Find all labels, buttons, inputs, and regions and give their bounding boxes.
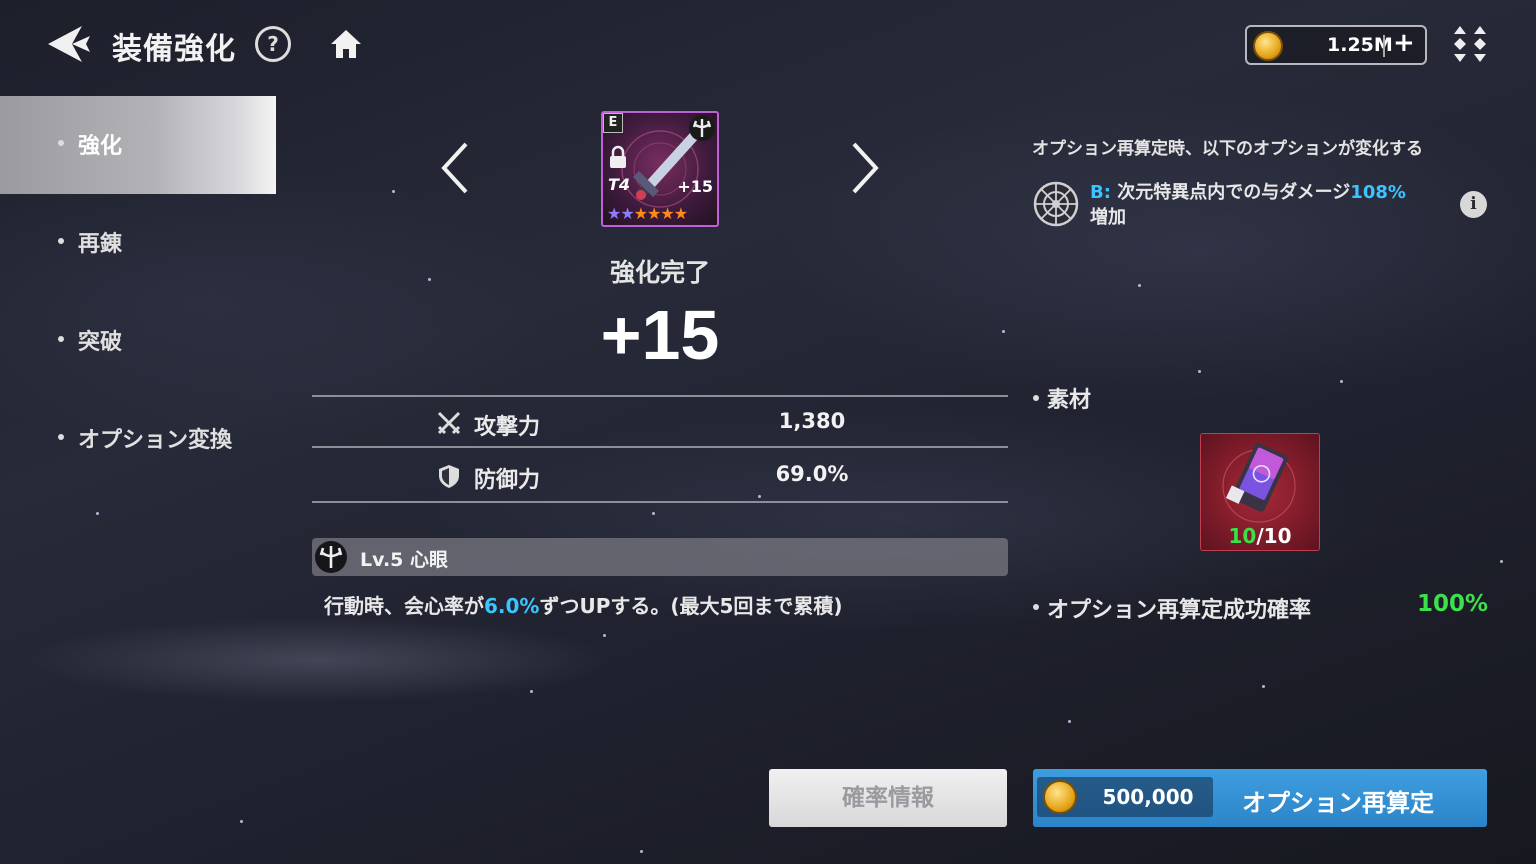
shield-icon: [439, 465, 459, 488]
material-label: 素材: [1047, 388, 1092, 413]
stat-value: 69.0%: [775, 462, 849, 486]
add-gold-button[interactable]: +: [1393, 28, 1415, 58]
reforge-stone-icon: [1222, 443, 1296, 523]
material-count: 10/10: [1201, 524, 1319, 548]
background-star: [603, 634, 606, 637]
probability-info-button[interactable]: 確率情報: [769, 769, 1007, 827]
background-star: [640, 850, 643, 853]
skill-desc-text: ずつUPする。(最大5回まで累積): [539, 594, 843, 618]
item-tier: T4: [608, 175, 631, 194]
gold-coin-icon: [1253, 31, 1283, 61]
skill-name: Lv.5 心眼: [360, 549, 448, 571]
option-grade: B:: [1090, 182, 1111, 203]
sidebar-item-reforge[interactable]: 再錬: [0, 194, 276, 292]
sidebar-item-option-convert[interactable]: オプション変換: [0, 390, 276, 488]
gold-coin-icon: [1043, 780, 1077, 814]
option-text: 増加: [1090, 207, 1126, 228]
background-star: [1198, 370, 1201, 373]
sidebar-item-label: 強化: [78, 134, 123, 159]
sword-icon: [437, 411, 461, 435]
bullet: [1033, 395, 1039, 401]
option-info-button[interactable]: i: [1460, 191, 1487, 218]
fullscreen-button[interactable]: [1450, 24, 1490, 64]
help-button[interactable]: ?: [255, 26, 291, 62]
background-star: [530, 690, 533, 693]
sidebar-item-breakthrough[interactable]: 突破: [0, 292, 276, 390]
sidebar-item-enhance[interactable]: 強化: [0, 96, 276, 194]
option-highlight: 108%: [1350, 182, 1406, 203]
item-star-rating: ★★★★★★: [607, 204, 688, 223]
material-owned: 10: [1228, 524, 1257, 548]
skill-desc-highlight: 6.0%: [484, 594, 540, 618]
sidebar-item-label: 突破: [78, 330, 123, 355]
background-star: [392, 190, 395, 193]
sidebar-item-label: 再錬: [78, 232, 123, 257]
equipment-card[interactable]: E T4 +15 ★★★★★★: [601, 111, 719, 227]
next-item-button[interactable]: [846, 140, 886, 196]
skill-emblem-icon: [315, 541, 347, 573]
background-star: [96, 512, 99, 515]
stat-label: 攻撃力: [474, 415, 541, 440]
bullet: [58, 238, 64, 244]
bullet: [58, 434, 64, 440]
skill-description: 行動時、会心率が6.0%ずつUPする。(最大5回まで累積): [324, 590, 843, 619]
back-button[interactable]: [46, 22, 96, 66]
stat-row-attack: 攻撃力 1,380: [312, 395, 1008, 448]
stat-value: 1,380: [778, 409, 846, 433]
material-item[interactable]: 10/10: [1200, 433, 1320, 551]
sidebar-item-label: オプション変換: [78, 428, 233, 453]
option-recalc-button[interactable]: 500,000 オプション再算定: [1033, 769, 1487, 827]
success-rate-value: 100%: [1416, 591, 1488, 617]
background-star: [1500, 560, 1503, 563]
blue-stars: ★★: [607, 204, 635, 223]
class-emblem-icon: [689, 115, 715, 141]
bullet: [1033, 604, 1039, 610]
background-star: [1340, 380, 1343, 383]
stat-row-defense: 防御力 69.0%: [312, 450, 1008, 503]
enhance-status: 強化完了: [609, 258, 710, 287]
bullet: [58, 336, 64, 342]
cost-value: 500,000: [1102, 785, 1194, 809]
prev-item-button[interactable]: [438, 140, 478, 196]
success-rate-label: オプション再算定成功確率: [1047, 598, 1312, 623]
material-required: /10: [1256, 524, 1292, 548]
dimension-wheel-icon: [1033, 181, 1079, 227]
chevron-right-icon: [852, 142, 879, 194]
background-star: [1002, 330, 1005, 333]
expand-icon: [1454, 26, 1486, 62]
background-star: [240, 820, 243, 823]
background-star: [652, 512, 655, 515]
back-arrow-icon: [48, 26, 90, 62]
item-enhance-level: +15: [677, 177, 713, 196]
page-title: 装備強化: [112, 32, 236, 67]
gold-currency-display: 1.25M +: [1245, 25, 1427, 65]
item-grade-badge: E: [603, 113, 623, 133]
lock-icon: [610, 145, 626, 168]
orange-stars: ★★★★: [633, 204, 688, 223]
home-button[interactable]: [328, 26, 364, 62]
bullet: [58, 140, 64, 146]
enhance-level: +15: [600, 296, 720, 374]
skill-desc-text: 行動時、会心率が: [324, 594, 484, 618]
option-change-header: オプション再算定時、以下のオプションが変化する: [1032, 139, 1423, 159]
option-description: B: 次元特異点内での与ダメージ108% 増加: [1090, 180, 1440, 230]
chevron-left-icon: [441, 142, 468, 194]
background-star: [1138, 284, 1141, 287]
stat-label: 防御力: [474, 468, 541, 493]
option-text: 次元特異点内での与ダメージ: [1110, 182, 1351, 203]
currency-divider: [1383, 35, 1385, 57]
cost-display: 500,000: [1037, 777, 1213, 817]
home-icon: [331, 30, 361, 58]
skill-bar: Lv.5 心眼: [312, 538, 1008, 576]
background-star: [1262, 685, 1265, 688]
recalc-button-label: オプション再算定: [1242, 789, 1434, 817]
background-star: [1068, 720, 1071, 723]
background-star: [428, 278, 431, 281]
